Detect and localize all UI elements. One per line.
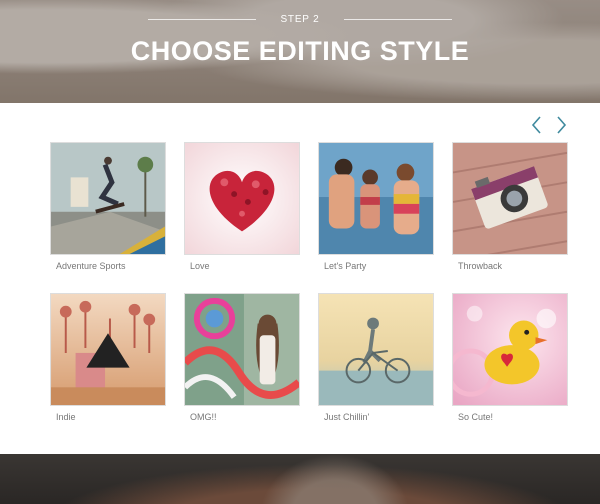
next-button[interactable] xyxy=(553,114,569,136)
throwback-thumbnail xyxy=(453,143,567,254)
step-label: STEP 2 xyxy=(280,14,320,25)
style-tile-omg[interactable] xyxy=(184,293,300,406)
page-title: CHOOSE EDITING STYLE xyxy=(130,36,470,66)
previous-button[interactable] xyxy=(529,114,545,136)
adventure-sports-thumbnail xyxy=(51,143,165,254)
style-tile-adventure-sports[interactable] xyxy=(50,142,166,255)
divider-right xyxy=(343,19,452,20)
step-indicator: STEP 2 xyxy=(0,14,600,25)
style-label: So Cute! xyxy=(458,412,494,422)
style-tile-just-chillin[interactable] xyxy=(318,293,434,406)
just-chillin-thumbnail xyxy=(319,294,433,405)
omg-thumbnail xyxy=(185,294,299,405)
style-label: Throwback xyxy=(458,261,503,271)
footer-background-image xyxy=(0,454,600,504)
style-label: Indie xyxy=(56,412,76,422)
style-tile-throwback[interactable] xyxy=(452,142,568,255)
chevron-left-icon xyxy=(531,116,541,134)
style-label: Adventure Sports xyxy=(56,261,126,271)
style-label: OMG!! xyxy=(190,412,217,422)
indie-thumbnail xyxy=(51,294,165,405)
style-label: Love xyxy=(190,261,210,271)
chevron-right-icon xyxy=(557,116,567,134)
style-tile-love[interactable] xyxy=(184,142,300,255)
style-label: Let's Party xyxy=(324,261,367,271)
so-cute-thumbnail xyxy=(453,294,567,405)
hero-banner: STEP 2 CHOOSE EDITING STYLE xyxy=(0,0,600,103)
style-tile-indie[interactable] xyxy=(50,293,166,406)
lets-party-thumbnail xyxy=(319,143,433,254)
style-tile-so-cute[interactable] xyxy=(452,293,568,406)
style-tile-lets-party[interactable] xyxy=(318,142,434,255)
divider-left xyxy=(148,19,257,20)
style-label: Just Chillin' xyxy=(324,412,370,422)
love-thumbnail xyxy=(185,143,299,254)
